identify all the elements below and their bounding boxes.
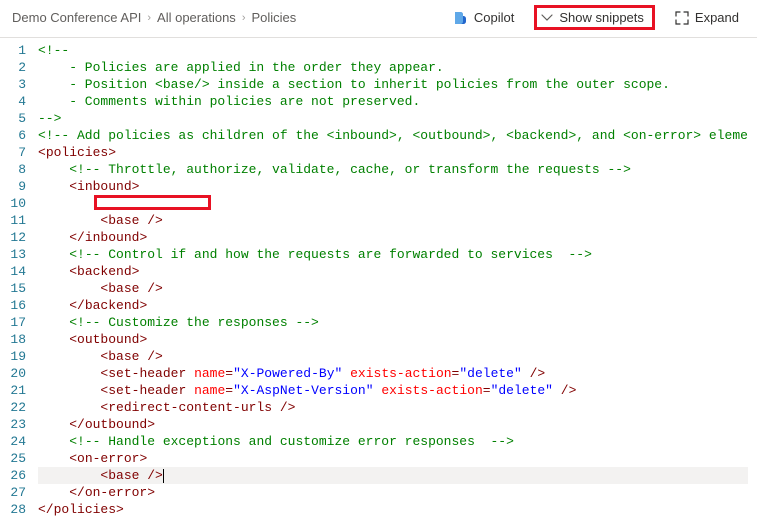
code-line[interactable]: <set-header name="X-AspNet-Version" exis…: [38, 382, 748, 399]
breadcrumb-item-api[interactable]: Demo Conference API: [12, 10, 141, 25]
line-number: 13: [0, 246, 26, 263]
breadcrumb-item-operations[interactable]: All operations: [157, 10, 236, 25]
text-cursor: [163, 469, 164, 483]
line-number: 4: [0, 93, 26, 110]
code-line[interactable]: - Position <base/> inside a section to i…: [38, 76, 748, 93]
line-number: 21: [0, 382, 26, 399]
line-number: 5: [0, 110, 26, 127]
line-number: 27: [0, 484, 26, 501]
code-line[interactable]: [38, 195, 748, 212]
expand-button[interactable]: Expand: [669, 6, 745, 29]
code-line[interactable]: <!--: [38, 42, 748, 59]
code-line[interactable]: -->: [38, 110, 748, 127]
line-number: 22: [0, 399, 26, 416]
topbar: Demo Conference API › All operations › P…: [0, 0, 757, 38]
line-number: 12: [0, 229, 26, 246]
show-snippets-button[interactable]: Show snippets: [541, 10, 644, 25]
show-snippets-highlight: Show snippets: [534, 5, 655, 30]
line-number: 28: [0, 501, 26, 518]
code-line[interactable]: <inbound>: [38, 178, 748, 195]
code-line[interactable]: <!-- Throttle, authorize, validate, cach…: [38, 161, 748, 178]
chevron-right-icon: ›: [147, 12, 151, 24]
line-number: 15: [0, 280, 26, 297]
expand-label: Expand: [695, 10, 739, 25]
code-line[interactable]: <on-error>: [38, 450, 748, 467]
line-number: 9: [0, 178, 26, 195]
expand-icon: [675, 11, 689, 25]
line-number: 23: [0, 416, 26, 433]
code-line[interactable]: <base />: [38, 467, 748, 484]
line-number: 18: [0, 331, 26, 348]
line-number: 17: [0, 314, 26, 331]
line-number: 16: [0, 297, 26, 314]
code-line[interactable]: </policies>: [38, 501, 748, 518]
line-number: 3: [0, 76, 26, 93]
copilot-icon: [452, 10, 468, 26]
line-number: 10: [0, 195, 26, 212]
code-line[interactable]: </on-error>: [38, 484, 748, 501]
toolbar-actions: Copilot Show snippets Expand: [446, 5, 745, 30]
highlight-box: [94, 195, 211, 210]
code-line[interactable]: <!-- Handle exceptions and customize err…: [38, 433, 748, 450]
line-number: 8: [0, 161, 26, 178]
code-line[interactable]: <base />: [38, 348, 748, 365]
line-number: 1: [0, 42, 26, 59]
code-line[interactable]: - Policies are applied in the order they…: [38, 59, 748, 76]
code-line[interactable]: </inbound>: [38, 229, 748, 246]
code-content[interactable]: <!-- - Policies are applied in the order…: [38, 42, 748, 518]
breadcrumb-item-policies[interactable]: Policies: [251, 10, 296, 25]
code-line[interactable]: <outbound>: [38, 331, 748, 348]
show-snippets-label: Show snippets: [559, 10, 644, 25]
code-line[interactable]: <!-- Add policies as children of the <in…: [38, 127, 748, 144]
chevron-down-icon: [541, 12, 553, 24]
breadcrumb: Demo Conference API › All operations › P…: [12, 10, 296, 25]
code-line[interactable]: <!-- Control if and how the requests are…: [38, 246, 748, 263]
line-number: 14: [0, 263, 26, 280]
code-line[interactable]: <redirect-content-urls />: [38, 399, 748, 416]
code-line[interactable]: <backend>: [38, 263, 748, 280]
line-number: 6: [0, 127, 26, 144]
line-number: 2: [0, 59, 26, 76]
line-number: 11: [0, 212, 26, 229]
line-number-gutter: 1234567891011121314151617181920212223242…: [0, 42, 38, 518]
line-number: 26: [0, 467, 26, 484]
line-number: 25: [0, 450, 26, 467]
code-line[interactable]: <policies>: [38, 144, 748, 161]
line-number: 24: [0, 433, 26, 450]
chevron-right-icon: ›: [242, 12, 246, 24]
line-number: 19: [0, 348, 26, 365]
code-line[interactable]: <base />: [38, 280, 748, 297]
code-editor[interactable]: 1234567891011121314151617181920212223242…: [0, 38, 757, 518]
copilot-button[interactable]: Copilot: [446, 6, 520, 30]
copilot-label: Copilot: [474, 10, 514, 25]
line-number: 20: [0, 365, 26, 382]
line-number: 7: [0, 144, 26, 161]
code-line[interactable]: </backend>: [38, 297, 748, 314]
code-line[interactable]: - Comments within policies are not prese…: [38, 93, 748, 110]
code-line[interactable]: </outbound>: [38, 416, 748, 433]
code-line[interactable]: <set-header name="X-Powered-By" exists-a…: [38, 365, 748, 382]
code-line[interactable]: <base />: [38, 212, 748, 229]
code-line[interactable]: <!-- Customize the responses -->: [38, 314, 748, 331]
